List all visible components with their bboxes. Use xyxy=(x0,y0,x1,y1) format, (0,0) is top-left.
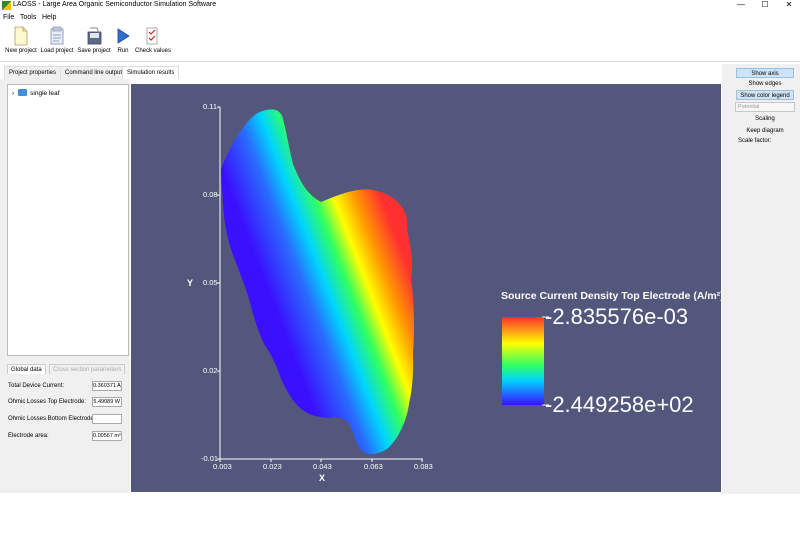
electrode-area-label: Electrode area: xyxy=(8,433,49,439)
menu-file[interactable]: File xyxy=(3,14,14,21)
total-device-current-label: Total Device Current: xyxy=(8,383,65,389)
new-file-icon xyxy=(14,26,28,46)
maximize-button[interactable]: ☐ xyxy=(757,0,773,10)
electrode-area-field[interactable]: 0.00567 m² xyxy=(92,431,122,441)
left-panel: › single leaf Global data Cross section p… xyxy=(0,79,130,493)
x-tick-label: 0.063 xyxy=(364,462,383,471)
x-tick-label: 0.023 xyxy=(263,462,282,471)
tab-cross-section-parameters[interactable]: Cross section parameters xyxy=(49,364,126,374)
scaling-button[interactable]: Scaling xyxy=(736,114,794,124)
title-bar: LAOSS - Large Area Organic Semiconductor… xyxy=(0,0,800,12)
x-tick-label: 0.003 xyxy=(213,462,232,471)
results-tree[interactable]: › single leaf xyxy=(7,84,129,356)
app-logo-icon xyxy=(2,1,11,10)
y-tick-label: 0.05 xyxy=(203,278,218,287)
save-project-icon xyxy=(87,27,102,45)
run-button[interactable]: Run xyxy=(113,26,133,54)
new-project-label: New project xyxy=(5,48,37,54)
save-project-label: Save project xyxy=(77,48,111,54)
window-title: LAOSS - Large Area Organic Semiconductor… xyxy=(13,1,217,8)
legend-min-label: -2.449258e+02 xyxy=(545,392,694,417)
total-device-current-field[interactable]: 0.360371 A xyxy=(92,381,122,391)
plot-viewport[interactable]: 0.11 0.08 0.05 0.02 -0.01 Y 0.003 0.023 … xyxy=(131,84,721,492)
tab-simulation-results[interactable]: Simulation results xyxy=(122,66,180,79)
show-color-legend-toggle[interactable]: Show color legend xyxy=(736,90,794,100)
minimize-button[interactable]: — xyxy=(733,0,749,10)
menu-help[interactable]: Help xyxy=(42,14,56,21)
tab-global-data[interactable]: Global data xyxy=(7,364,46,374)
ohmic-losses-bottom-label: Ohmic Losses Bottom Electrode: xyxy=(8,416,96,422)
legend-title: Source Current Density Top Electrode (A/… xyxy=(501,290,721,302)
y-tick-label: 0.11 xyxy=(203,102,217,111)
close-button[interactable]: ✕ xyxy=(781,0,797,10)
simulation-plot[interactable]: 0.11 0.08 0.05 0.02 -0.01 Y 0.003 0.023 … xyxy=(131,84,721,492)
color-legend-bar xyxy=(502,317,544,405)
load-project-icon xyxy=(50,26,64,45)
legend-max-label: -2.835576e-03 xyxy=(545,304,688,329)
show-axis-toggle[interactable]: Show axis xyxy=(736,68,794,78)
check-values-label: Check values xyxy=(135,48,172,54)
right-panel: Show axis Show edges Show color legend P… xyxy=(722,64,800,494)
check-values-icon xyxy=(146,27,158,45)
tree-item-single-leaf[interactable]: › single leaf xyxy=(12,89,59,97)
toolbar: New project Load project Save project Ru… xyxy=(0,24,800,62)
run-icon xyxy=(117,28,130,44)
new-project-button[interactable]: New project xyxy=(4,26,38,54)
y-tick-label: 0.02 xyxy=(203,366,218,375)
ohmic-losses-top-label: Ohmic Losses Top Electrode: xyxy=(8,399,86,405)
run-label: Run xyxy=(117,48,129,54)
load-project-button[interactable]: Load project xyxy=(40,26,74,54)
folder-icon xyxy=(18,89,28,96)
show-edges-toggle[interactable]: Show edges xyxy=(736,79,794,89)
ohmic-losses-bottom-field[interactable] xyxy=(92,414,122,424)
x-tick-label: 0.083 xyxy=(414,462,433,471)
expand-arrow-icon[interactable]: › xyxy=(12,90,14,97)
tab-project-properties[interactable]: Project properties xyxy=(4,66,62,79)
check-values-button[interactable]: Check values xyxy=(135,26,172,54)
leaf-surface[interactable] xyxy=(221,109,415,455)
tree-item-label: single leaf xyxy=(30,90,60,97)
tab-command-line-output[interactable]: Command line output xyxy=(60,66,128,79)
menu-tools[interactable]: Tools xyxy=(20,14,36,21)
keep-diagram-button[interactable]: Keep diagram xyxy=(736,126,794,136)
field-select[interactable]: Potential xyxy=(735,102,795,112)
x-tick-label: 0.043 xyxy=(313,462,332,471)
ohmic-losses-top-field[interactable]: 5.49089 W xyxy=(92,397,122,407)
scale-factor-label: Scale factor: xyxy=(738,138,772,144)
y-tick-label: 0.08 xyxy=(203,190,218,199)
y-axis-label: Y xyxy=(187,278,193,288)
x-axis-label: X xyxy=(319,473,325,483)
x-tick-labels: 0.003 0.023 0.043 0.063 0.083 xyxy=(213,459,433,471)
main-tabs: Project properties Command line output S… xyxy=(0,66,200,79)
save-project-button[interactable]: Save project xyxy=(77,26,111,54)
menu-bar: File Tools Help xyxy=(0,13,800,23)
load-project-label: Load project xyxy=(40,48,74,54)
y-tick-labels: 0.11 0.08 0.05 0.02 -0.01 xyxy=(201,102,220,463)
